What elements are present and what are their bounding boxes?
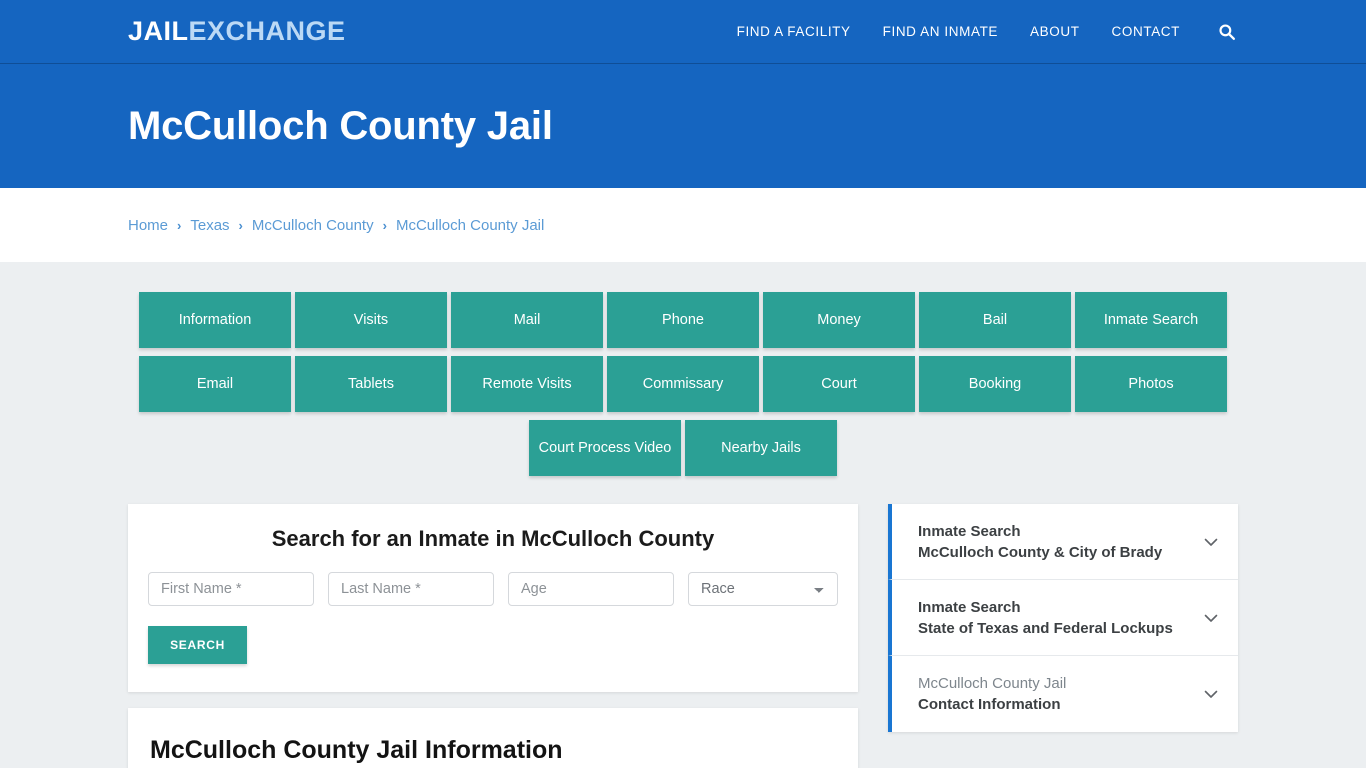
section-button-tablets[interactable]: Tablets bbox=[295, 356, 447, 412]
section-button-mail[interactable]: Mail bbox=[451, 292, 603, 348]
content-columns: Search for an Inmate in McCulloch County… bbox=[128, 504, 1238, 768]
facility-section-buttons: Information Visits Mail Phone Money Bail… bbox=[137, 292, 1229, 412]
nav-item-find-a-facility[interactable]: FIND A FACILITY bbox=[737, 24, 851, 39]
section-button-phone[interactable]: Phone bbox=[607, 292, 759, 348]
inmate-search-submit-button[interactable]: SEARCH bbox=[148, 626, 247, 664]
accordion-item-contact-information[interactable]: McCulloch County Jail Contact Informatio… bbox=[888, 656, 1238, 732]
breadcrumb-item-home[interactable]: Home bbox=[128, 217, 168, 234]
nav-item-contact[interactable]: CONTACT bbox=[1112, 24, 1180, 39]
section-button-money[interactable]: Money bbox=[763, 292, 915, 348]
race-select[interactable]: Race bbox=[688, 572, 838, 606]
section-button-commissary[interactable]: Commissary bbox=[607, 356, 759, 412]
facility-section-buttons-row3: Court Process Video Nearby Jails bbox=[0, 420, 1366, 476]
inmate-search-fields: Race bbox=[148, 572, 838, 606]
nav-item-find-an-inmate[interactable]: FIND AN INMATE bbox=[883, 24, 998, 39]
section-button-information[interactable]: Information bbox=[139, 292, 291, 348]
accordion-item-text: Inmate Search McCulloch County & City of… bbox=[918, 521, 1162, 563]
search-icon[interactable] bbox=[1216, 21, 1238, 43]
section-button-email[interactable]: Email bbox=[139, 356, 291, 412]
section-button-inmate-search[interactable]: Inmate Search bbox=[1075, 292, 1227, 348]
first-name-input[interactable] bbox=[148, 572, 314, 606]
chevron-right-icon: › bbox=[177, 217, 182, 233]
page-hero: McCulloch County Jail bbox=[0, 64, 1366, 188]
breadcrumb: Home › Texas › McCulloch County › McCull… bbox=[128, 217, 544, 234]
chevron-down-icon[interactable] bbox=[1202, 533, 1220, 551]
section-button-booking[interactable]: Booking bbox=[919, 356, 1071, 412]
inmate-search-title: Search for an Inmate in McCulloch County bbox=[271, 526, 715, 551]
site-header: JAILEXCHANGE FIND A FACILITY FIND AN INM… bbox=[0, 0, 1366, 64]
jail-information-card: McCulloch County Jail Information bbox=[128, 708, 858, 768]
sidebar-accordion: Inmate Search McCulloch County & City of… bbox=[888, 504, 1238, 732]
accordion-item-line2: State of Texas and Federal Lockups bbox=[918, 619, 1173, 637]
breadcrumb-item-texas[interactable]: Texas bbox=[190, 217, 229, 234]
accordion-item-inmate-search-county[interactable]: Inmate Search McCulloch County & City of… bbox=[888, 504, 1238, 580]
logo-text-secondary: EXCHANGE bbox=[188, 16, 346, 46]
accordion-item-inmate-search-state[interactable]: Inmate Search State of Texas and Federal… bbox=[888, 580, 1238, 656]
page-title: McCulloch County Jail bbox=[128, 103, 553, 148]
section-button-nearby-jails[interactable]: Nearby Jails bbox=[685, 420, 837, 476]
chevron-right-icon: › bbox=[382, 217, 387, 233]
accordion-item-text: McCulloch County Jail Contact Informatio… bbox=[918, 673, 1066, 715]
jail-information-heading: McCulloch County Jail Information bbox=[150, 736, 563, 764]
age-input[interactable] bbox=[508, 572, 674, 606]
accordion-item-text: Inmate Search State of Texas and Federal… bbox=[918, 597, 1173, 639]
accordion-item-line1: McCulloch County Jail bbox=[918, 675, 1067, 692]
nav-item-about[interactable]: ABOUT bbox=[1030, 24, 1080, 39]
section-button-court[interactable]: Court bbox=[763, 356, 915, 412]
site-logo[interactable]: JAILEXCHANGE bbox=[128, 18, 346, 45]
chevron-down-icon[interactable] bbox=[1202, 609, 1220, 627]
accordion-item-line2: McCulloch County & City of Brady bbox=[918, 543, 1163, 561]
page-body: Information Visits Mail Phone Money Bail… bbox=[0, 262, 1366, 768]
accordion-item-line1: Inmate Search bbox=[918, 522, 1021, 540]
accordion-item-line2: Contact Information bbox=[918, 696, 1061, 713]
section-button-visits[interactable]: Visits bbox=[295, 292, 447, 348]
last-name-input[interactable] bbox=[328, 572, 494, 606]
section-button-bail[interactable]: Bail bbox=[919, 292, 1071, 348]
breadcrumb-bar: Home › Texas › McCulloch County › McCull… bbox=[0, 188, 1366, 262]
main-column: Search for an Inmate in McCulloch County… bbox=[128, 504, 858, 768]
breadcrumb-item-mcculloch-county[interactable]: McCulloch County bbox=[252, 217, 374, 234]
sidebar: Inmate Search McCulloch County & City of… bbox=[888, 504, 1238, 732]
inmate-search-card: Search for an Inmate in McCulloch County… bbox=[128, 504, 858, 692]
chevron-down-icon[interactable] bbox=[1202, 685, 1220, 703]
section-button-remote-visits[interactable]: Remote Visits bbox=[451, 356, 603, 412]
chevron-right-icon: › bbox=[238, 217, 243, 233]
section-button-photos[interactable]: Photos bbox=[1075, 356, 1227, 412]
accordion-item-line1: Inmate Search bbox=[918, 598, 1021, 616]
section-button-court-process-video[interactable]: Court Process Video bbox=[529, 420, 681, 476]
main-navigation: FIND A FACILITY FIND AN INMATE ABOUT CON… bbox=[737, 21, 1238, 43]
logo-text-primary: JAIL bbox=[128, 16, 189, 46]
breadcrumb-item-current[interactable]: McCulloch County Jail bbox=[396, 217, 544, 234]
